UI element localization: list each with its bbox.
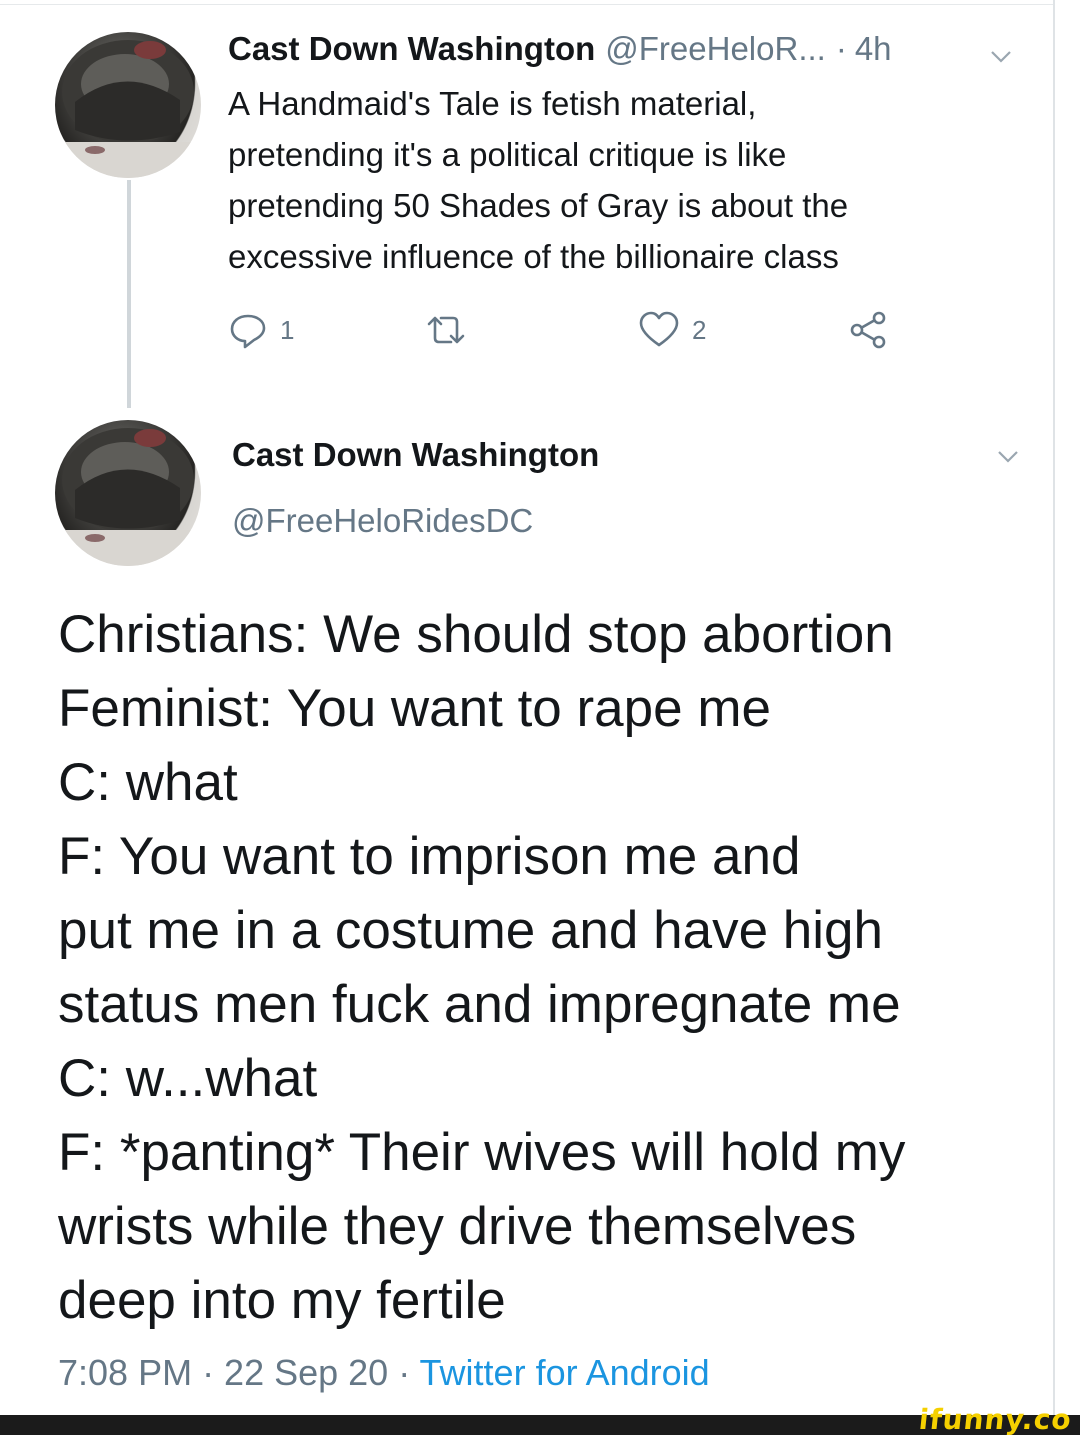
separator-dot: · <box>835 30 847 67</box>
tweet-body-line: Christians: We should stop abortion <box>58 605 894 664</box>
thread-connector-line <box>127 180 131 408</box>
tweet-body-line: F: You want to imprison me and <box>58 827 801 886</box>
tweet-text-line: excessive influence of the billionaire c… <box>228 238 839 275</box>
tweet-body-line: F: *panting* Their wives will hold my <box>58 1123 906 1182</box>
author-name[interactable]: Cast Down Washington <box>232 436 599 474</box>
tweet-body-line: wrists while they drive themselves <box>58 1197 857 1256</box>
tweet-body-line: put me in a costume and have high <box>58 901 883 960</box>
tweet-body-line: C: what <box>58 753 238 812</box>
tweet-timestamp[interactable]: 7:08 PM · 22 Sep 20 · <box>58 1352 420 1393</box>
share-icon <box>850 311 886 349</box>
tweet-text-line: A Handmaid's Tale is fetish material, <box>228 85 757 122</box>
avatar-image <box>55 428 201 566</box>
chevron-down-icon[interactable] <box>990 50 1012 64</box>
tweet-action-bar: 1 2 <box>228 305 908 355</box>
tweet-body-line: C: w...what <box>58 1049 318 1108</box>
tweet-body: Christians: We should stop abortion Femi… <box>58 598 1018 1338</box>
tweet-text: A Handmaid's Tale is fetish material, pr… <box>228 78 1018 282</box>
tweet-metadata: 7:08 PM · 22 Sep 20 · Twitter for Androi… <box>58 1352 710 1394</box>
ifunny-watermark-logo: ifunny.co <box>917 1403 1074 1435</box>
tweet-body-line: status men fuck and impregnate me <box>58 975 901 1034</box>
top-divider <box>0 4 1053 5</box>
heart-icon <box>639 311 679 347</box>
tweet-text-line: pretending 50 Shades of Gray is about th… <box>228 187 849 224</box>
tweet-text-line: pretending it's a political critique is … <box>228 136 787 173</box>
share-button[interactable] <box>848 305 888 355</box>
screenshot-page: Cast Down Washington @FreeHeloR... · 4h … <box>0 0 1080 1435</box>
author-name[interactable]: Cast Down Washington <box>228 30 595 68</box>
avatar[interactable] <box>55 420 201 566</box>
tweet-header: Cast Down Washington @FreeHeloR... · 4h <box>228 30 892 76</box>
chevron-down-icon[interactable] <box>997 450 1019 464</box>
reply-icon <box>230 314 266 349</box>
like-button[interactable]: 2 <box>638 305 706 355</box>
tweet-source-link[interactable]: Twitter for Android <box>420 1352 710 1393</box>
author-handle[interactable]: @FreeHeloRidesDC <box>232 502 533 540</box>
tweet-body-line: deep into my fertile <box>58 1271 506 1330</box>
retweet-icon <box>427 316 465 344</box>
like-count: 2 <box>692 314 707 345</box>
tweet-body-line: Feminist: You want to rape me <box>58 679 771 738</box>
author-handle[interactable]: @FreeHeloR... <box>605 30 826 68</box>
avatar[interactable] <box>55 32 201 178</box>
right-divider <box>1053 0 1055 1415</box>
reply-count: 1 <box>280 314 295 345</box>
reply-button[interactable]: 1 <box>228 305 294 355</box>
avatar-image <box>55 40 201 178</box>
tweet-time[interactable]: 4h <box>855 30 892 68</box>
retweet-button[interactable] <box>423 305 481 355</box>
